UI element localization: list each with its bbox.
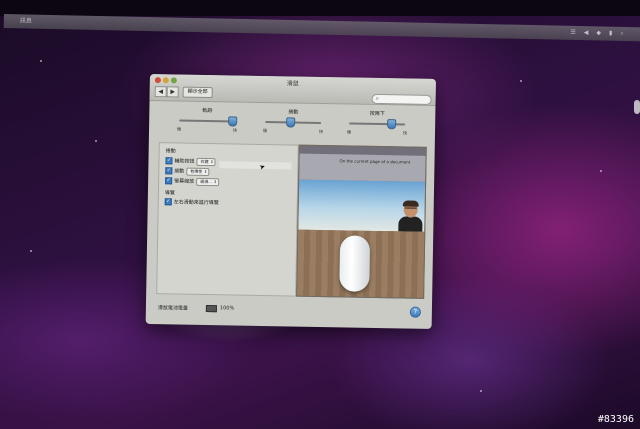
- battery-percentage: 100%: [219, 305, 235, 312]
- slider-thumb[interactable]: [228, 116, 238, 127]
- presenter-hair: [402, 200, 419, 207]
- window-footer: 滑鼠電池電量 100% ?: [146, 296, 432, 329]
- popup-value: 有慣性: [190, 168, 203, 174]
- volume-icon[interactable]: ◀: [584, 26, 589, 40]
- star: [40, 60, 42, 62]
- slider-track[interactable]: [179, 119, 236, 123]
- slider-min-label: 慢: [262, 127, 268, 134]
- screen-bezel: [0, 0, 640, 16]
- star: [600, 170, 602, 172]
- battery-icon[interactable]: ▮: [609, 27, 613, 41]
- search-input[interactable]: ⌕: [371, 93, 432, 105]
- popup-arrows-icon: ⇕: [210, 158, 214, 164]
- slider-track[interactable]: [349, 122, 406, 126]
- checkbox-label: 螢幕縮放: [174, 178, 195, 185]
- gesture-preview: On the current page of a document: [296, 144, 427, 299]
- battery-level-label: 滑鼠電池電量: [157, 305, 188, 312]
- scrolling-checkbox[interactable]: ✓: [165, 167, 173, 175]
- menu-bar: 訊息 ☰ ◀ ◆ ▮ ⌕: [3, 14, 640, 42]
- star: [480, 390, 482, 392]
- swipe-navigate-checkbox[interactable]: ✓: [164, 198, 172, 206]
- battery-icon: [205, 305, 217, 313]
- slider-label: 按兩下: [369, 110, 385, 118]
- spotlight-icon[interactable]: ⌕: [620, 27, 624, 41]
- watermark: #83396: [597, 414, 634, 425]
- scrolling-row: ✓ 捲動 有慣性 ⇕: [165, 167, 210, 176]
- presenter-body: [398, 216, 423, 232]
- checkbox-label: 捲動: [174, 168, 185, 175]
- scrolling-slider[interactable]: 捲動 慢 快: [263, 104, 324, 145]
- star: [95, 140, 97, 142]
- popup-value: 選項...: [200, 178, 213, 184]
- scrolling-popup[interactable]: 有慣性 ⇕: [186, 167, 210, 176]
- help-button[interactable]: ?: [409, 306, 421, 318]
- tracking-slider[interactable]: 軌跡 慢 快: [177, 102, 238, 143]
- slider-max-label: 快: [232, 127, 238, 133]
- presenter-glasses: [404, 207, 417, 212]
- popup-arrows-icon: ⇕: [203, 168, 208, 174]
- nav-buttons: ◀ ▶: [154, 86, 179, 98]
- magic-mouse-image: [339, 235, 371, 292]
- checkbox-label: 左右滑動來進行導覽: [173, 199, 219, 207]
- double-click-slider[interactable]: 按兩下 慢 快: [347, 105, 408, 146]
- options-panel: 捲動 ✓ 輔助按鈕 右鍵 ⇕ ✓ 捲動 有慣性 ⇕ ✓ 螢幕縮放 選項... ⇕ 導覽…: [156, 142, 299, 297]
- swipe-navigate-row: ✓ 左右滑動來進行導覽: [164, 198, 219, 207]
- forward-button[interactable]: ▶: [166, 86, 179, 98]
- speed-sliders: 軌跡 慢 快 捲動 慢 快 按兩下 慢 快: [149, 102, 436, 147]
- slider-thumb[interactable]: [387, 119, 397, 130]
- desktop-edge-widget: [634, 100, 640, 114]
- show-all-button[interactable]: 顯示全部: [182, 86, 213, 99]
- section-heading-navigation: 導覽: [164, 190, 175, 197]
- secondary-click-popup[interactable]: 右鍵 ⇕: [196, 157, 216, 166]
- screen-zoom-row: ✓ 螢幕縮放 選項... ⇕: [165, 177, 220, 186]
- secondary-click-checkbox[interactable]: ✓: [165, 157, 173, 165]
- window-titlebar: 滑鼠 ◀ ▶ 顯示全部 ⌕: [149, 74, 436, 106]
- slider-max-label: 快: [318, 128, 324, 135]
- wifi-icon[interactable]: ◆: [596, 26, 601, 40]
- search-icon: ⌕: [375, 94, 380, 102]
- secondary-click-row: ✓ 輔助按鈕 右鍵 ⇕: [165, 157, 216, 166]
- star: [520, 80, 522, 82]
- slider-min-label: 慢: [346, 129, 352, 135]
- slider-label: 捲動: [288, 109, 299, 116]
- screen-zoom-checkbox[interactable]: ✓: [165, 177, 173, 185]
- menu-extra-icon[interactable]: ☰: [570, 26, 576, 40]
- section-heading-scroll: 捲動: [165, 148, 176, 155]
- checkbox-label: 輔助按鈕: [174, 158, 195, 165]
- status-tray: ☰ ◀ ◆ ▮ ⌕: [570, 26, 624, 41]
- row-highlight: [219, 161, 292, 170]
- back-button[interactable]: ◀: [154, 86, 167, 98]
- slider-label: 軌跡: [202, 107, 213, 115]
- menu-item[interactable]: 訊息: [20, 14, 32, 28]
- screen-zoom-options-button[interactable]: 選項... ⇕: [196, 177, 220, 186]
- star: [30, 250, 32, 252]
- slider-max-label: 快: [402, 130, 408, 136]
- mouse-preferences-window: 滑鼠 ◀ ▶ 顯示全部 ⌕ 軌跡 慢 快 捲動 慢 快 按兩下 慢 快 捲動 ✓…: [145, 74, 436, 329]
- slider-min-label: 慢: [177, 126, 182, 132]
- popup-arrows-icon: ⇕: [213, 178, 218, 184]
- presenter-image: [398, 200, 423, 232]
- popup-value: 右鍵: [200, 158, 209, 164]
- slider-thumb[interactable]: [286, 117, 296, 128]
